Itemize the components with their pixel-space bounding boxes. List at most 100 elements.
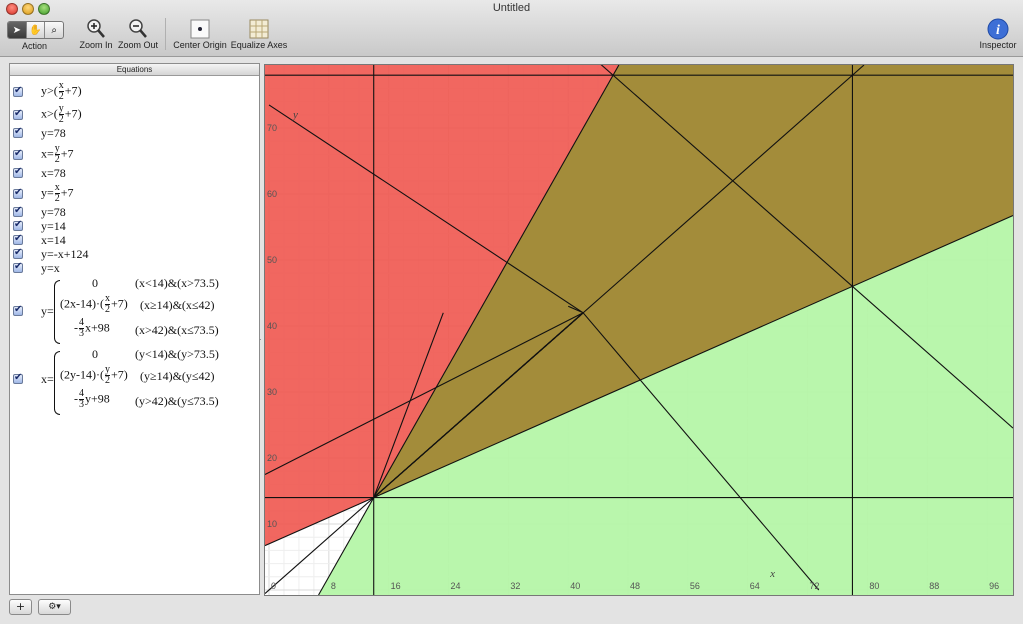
equation-text: (2y-14)· [60, 367, 100, 382]
gear-menu-button[interactable]: ⚙▾ [38, 599, 71, 615]
equation-checkbox[interactable] [13, 148, 23, 160]
center-origin-button[interactable]: Center Origin [172, 18, 228, 50]
bottom-bar: + ⚙▾ [0, 596, 1023, 624]
equation-text: y= [41, 185, 54, 200]
fraction-denominator: 2 [58, 91, 64, 102]
equation-text: (y>42)&(y≤73.5) [135, 394, 219, 408]
equation-row[interactable]: x=14 [10, 233, 259, 248]
center-origin-icon [190, 19, 210, 39]
equation-checkbox[interactable] [13, 108, 23, 120]
fraction-denominator: 2 [54, 154, 60, 165]
piecewise-equation-row[interactable]: x= 0 (y<14)&(y>73.5) (2y-14)·(y2+7) (y≥1… [10, 347, 259, 417]
x-tick-label: 32 [510, 581, 520, 591]
arrow-tool-icon[interactable]: ➤ [8, 22, 27, 38]
equation-checkbox[interactable] [13, 261, 23, 273]
action-segmented-control[interactable]: ➤ ✋ ⌕ [7, 21, 64, 39]
equation-text: - [74, 320, 78, 335]
equation-text: (y≥14)&(y≤42) [140, 369, 215, 383]
magnifier-tool-icon[interactable]: ⌕ [45, 22, 63, 38]
equation-row[interactable]: y=78 [10, 205, 259, 220]
equation-text: (x≥14)&(x≤42) [140, 298, 215, 312]
inspector-label: Inspector [979, 40, 1017, 50]
title-bar: Untitled ➤ ✋ ⌕ Action Zoom In Zoom Out C… [0, 0, 1023, 57]
equations-header: Equations [10, 64, 259, 76]
splitter-handle[interactable]: · [259, 335, 263, 344]
equation-text: y= [41, 304, 54, 318]
equation-text: y=78 [41, 126, 66, 140]
y-tick-label: 30 [267, 387, 277, 397]
y-tick-label: 60 [267, 189, 277, 199]
hand-tool-icon[interactable]: ✋ [27, 22, 46, 38]
zoom-in-icon [87, 19, 105, 38]
equations-panel: Equations y>(x2+7) x>(y2+7) y=78 x=y2+7 … [9, 63, 260, 595]
y-tick-label: 20 [267, 453, 277, 463]
fraction-denominator: 3 [79, 328, 84, 339]
equation-row[interactable]: y=x2+7 [10, 183, 259, 205]
x-tick-label: 88 [929, 581, 939, 591]
equation-text: x=78 [41, 166, 66, 180]
app-window: Untitled ➤ ✋ ⌕ Action Zoom In Zoom Out C… [0, 0, 1023, 624]
equation-checkbox[interactable] [13, 85, 23, 97]
equation-text: +7 [64, 83, 78, 98]
action-label: Action [21, 41, 47, 51]
equation-text: (y<14)&(y>73.5) [135, 347, 219, 361]
equation-text: y=x [41, 261, 60, 275]
y-tick-label: 10 [267, 519, 277, 529]
equation-row[interactable]: y>(x2+7) [10, 81, 259, 103]
zoom-out-button[interactable]: Zoom Out [117, 18, 159, 50]
equation-row[interactable]: y=14 [10, 219, 259, 234]
equation-checkbox[interactable] [13, 247, 23, 259]
piecewise-equation-row[interactable]: y= 0 (x<14)&(x>73.5) (2x-14)·(x2+7) (x≥1… [10, 276, 259, 346]
add-equation-button[interactable]: + [9, 599, 32, 615]
equation-checkbox[interactable] [13, 372, 23, 384]
y-tick-label: 50 [267, 255, 277, 265]
inspector-button[interactable]: i Inspector [976, 18, 1020, 50]
x-tick-label: 64 [750, 581, 760, 591]
equation-text: +7 [110, 367, 124, 382]
equation-text: +7 [60, 185, 74, 200]
fraction-denominator: 2 [54, 193, 60, 204]
zoom-out-label: Zoom Out [117, 40, 158, 50]
equation-checkbox[interactable] [13, 219, 23, 231]
equation-row[interactable]: y=-x+124 [10, 247, 259, 262]
equation-checkbox[interactable] [13, 205, 23, 217]
equalize-axes-button[interactable]: Equalize Axes [230, 18, 288, 50]
equation-text: 0 [92, 347, 98, 361]
window-title: Untitled [492, 2, 531, 14]
equation-text: x= [41, 146, 54, 161]
equation-text: (x>42)&(x≤73.5) [135, 323, 219, 337]
equation-row[interactable]: x>(y2+7) [10, 104, 259, 126]
equalize-axes-icon [249, 19, 269, 39]
equation-text: (2x-14)· [60, 296, 100, 311]
x-tick-label: 96 [989, 581, 999, 591]
zoom-in-button[interactable]: Zoom In [79, 18, 113, 50]
x-tick-label: 48 [630, 581, 640, 591]
equation-text: +7 [110, 296, 124, 311]
y-tick-label: 80 [267, 65, 277, 67]
equation-checkbox[interactable] [13, 187, 23, 199]
fraction-denominator: 3 [79, 399, 84, 410]
x-tick-label: 56 [690, 581, 700, 591]
graph-canvas[interactable]: 0 8 16 24 32 40 48 56 64 72 80 88 96 10 20 30 40 50 60 70 80… [264, 64, 1014, 596]
equation-text: +7 [64, 106, 78, 121]
equation-checkbox[interactable] [13, 126, 23, 138]
y-axis-label: y [292, 109, 298, 121]
equation-text: +7 [60, 146, 74, 161]
x-tick-label: 24 [451, 581, 461, 591]
equation-text: y=14 [41, 219, 66, 233]
equation-row[interactable]: x=78 [10, 166, 259, 181]
equation-text: x=14 [41, 233, 66, 247]
equation-text: - [74, 391, 78, 406]
equation-row[interactable]: x=y2+7 [10, 144, 259, 166]
center-origin-label: Center Origin [173, 40, 227, 50]
equation-checkbox[interactable] [13, 304, 23, 316]
equation-row[interactable]: y=x [10, 261, 259, 276]
equation-checkbox[interactable] [13, 233, 23, 245]
zoom-out-icon [129, 19, 147, 38]
equation-checkbox[interactable] [13, 166, 23, 178]
equation-row[interactable]: y=78 [10, 126, 259, 141]
x-tick-label: 80 [869, 581, 879, 591]
equation-text: 0 [92, 276, 98, 290]
toolbar-separator [165, 18, 166, 50]
equation-text: y=78 [41, 205, 66, 219]
